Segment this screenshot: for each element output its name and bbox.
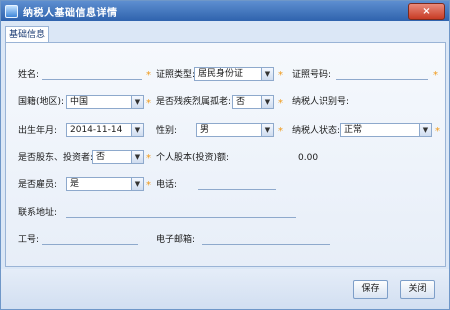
phone-label: 电话:: [156, 180, 178, 190]
birth-date-picker[interactable]: 2014-11-14 ▼: [66, 123, 144, 137]
employee-required-marker: *: [146, 180, 151, 191]
gender-value: 男: [200, 125, 210, 135]
app-icon: [5, 4, 18, 18]
id-type-label: 证照类型:: [156, 70, 196, 80]
employee-select[interactable]: 是 ▼: [66, 177, 144, 191]
gender-select[interactable]: 男 ▼: [196, 123, 274, 137]
id-type-required-marker: *: [278, 70, 283, 81]
id-type-select[interactable]: 居民身份证 ▼: [194, 67, 274, 81]
chevron-down-icon[interactable]: ▼: [261, 124, 273, 136]
gender-required-marker: *: [278, 126, 283, 137]
disabled-select[interactable]: 否 ▼: [232, 95, 274, 109]
basic-info-panel: 姓名: * 证照类型: 居民身份证 ▼ * 证照号码: * 国籍(地区): 中国…: [5, 42, 446, 267]
disabled-value: 否: [236, 97, 246, 107]
birth-value: 2014-11-14: [70, 125, 123, 135]
chevron-down-icon[interactable]: ▼: [261, 68, 273, 80]
shareholder-required-marker: *: [146, 153, 151, 164]
equity-value: 0.00: [298, 153, 319, 163]
tab-basic-info[interactable]: 基础信息: [5, 26, 49, 43]
close-button[interactable]: 关闭: [400, 280, 435, 299]
id-number-input[interactable]: [336, 79, 428, 80]
id-type-value: 居民身份证: [198, 69, 244, 79]
id-number-label: 证照号码:: [292, 70, 332, 80]
disabled-required-marker: *: [278, 98, 283, 109]
email-label: 电子邮箱:: [156, 235, 196, 245]
chevron-down-icon[interactable]: ▼: [261, 96, 273, 108]
taxpayer-status-select[interactable]: 正常 ▼: [340, 123, 432, 137]
equity-label: 个人股本(投资)额:: [156, 153, 230, 163]
disabled-label: 是否残疾烈属孤老:: [156, 97, 232, 107]
chevron-down-icon[interactable]: ▼: [131, 124, 143, 136]
chevron-down-icon[interactable]: ▼: [131, 96, 143, 108]
chevron-down-icon[interactable]: ▼: [131, 178, 143, 190]
save-button[interactable]: 保存: [353, 280, 388, 299]
id-number-required-marker: *: [433, 70, 438, 81]
chevron-down-icon[interactable]: ▼: [419, 124, 431, 136]
employee-label: 是否雇员:: [18, 180, 58, 190]
shareholder-label: 是否股东、投资者:: [18, 153, 94, 163]
name-required-marker: *: [146, 70, 151, 81]
employee-value: 是: [70, 179, 80, 189]
country-required-marker: *: [146, 98, 151, 109]
window-close-button[interactable]: ×: [408, 3, 445, 20]
name-label: 姓名:: [18, 70, 40, 80]
taxpayer-status-value: 正常: [344, 125, 363, 135]
taxpayer-status-required-marker: *: [435, 126, 440, 137]
employee-no-input[interactable]: [42, 244, 138, 245]
taxpayer-id-label: 纳税人识别号:: [292, 97, 350, 107]
country-value: 中国: [70, 97, 89, 107]
title-bar: 纳税人基础信息详情 ×: [1, 1, 449, 21]
window-title: 纳税人基础信息详情: [23, 7, 118, 19]
country-select[interactable]: 中国 ▼: [66, 95, 144, 109]
employee-no-label: 工号:: [18, 235, 40, 245]
address-input[interactable]: [66, 217, 296, 218]
shareholder-select[interactable]: 否 ▼: [92, 150, 144, 164]
chevron-down-icon[interactable]: ▼: [131, 151, 143, 163]
address-label: 联系地址:: [18, 208, 58, 218]
email-input[interactable]: [202, 244, 330, 245]
gender-label: 性别:: [156, 126, 178, 136]
birth-label: 出生年月:: [18, 126, 58, 136]
country-label: 国籍(地区):: [18, 97, 65, 107]
phone-input[interactable]: [198, 189, 276, 190]
dialog-window: 纳税人基础信息详情 × 基础信息 姓名: * 证照类型: 居民身份证 ▼ * 证…: [0, 0, 450, 310]
shareholder-value: 否: [96, 152, 106, 162]
taxpayer-status-label: 纳税人状态:: [292, 126, 341, 136]
name-input[interactable]: [42, 79, 142, 80]
